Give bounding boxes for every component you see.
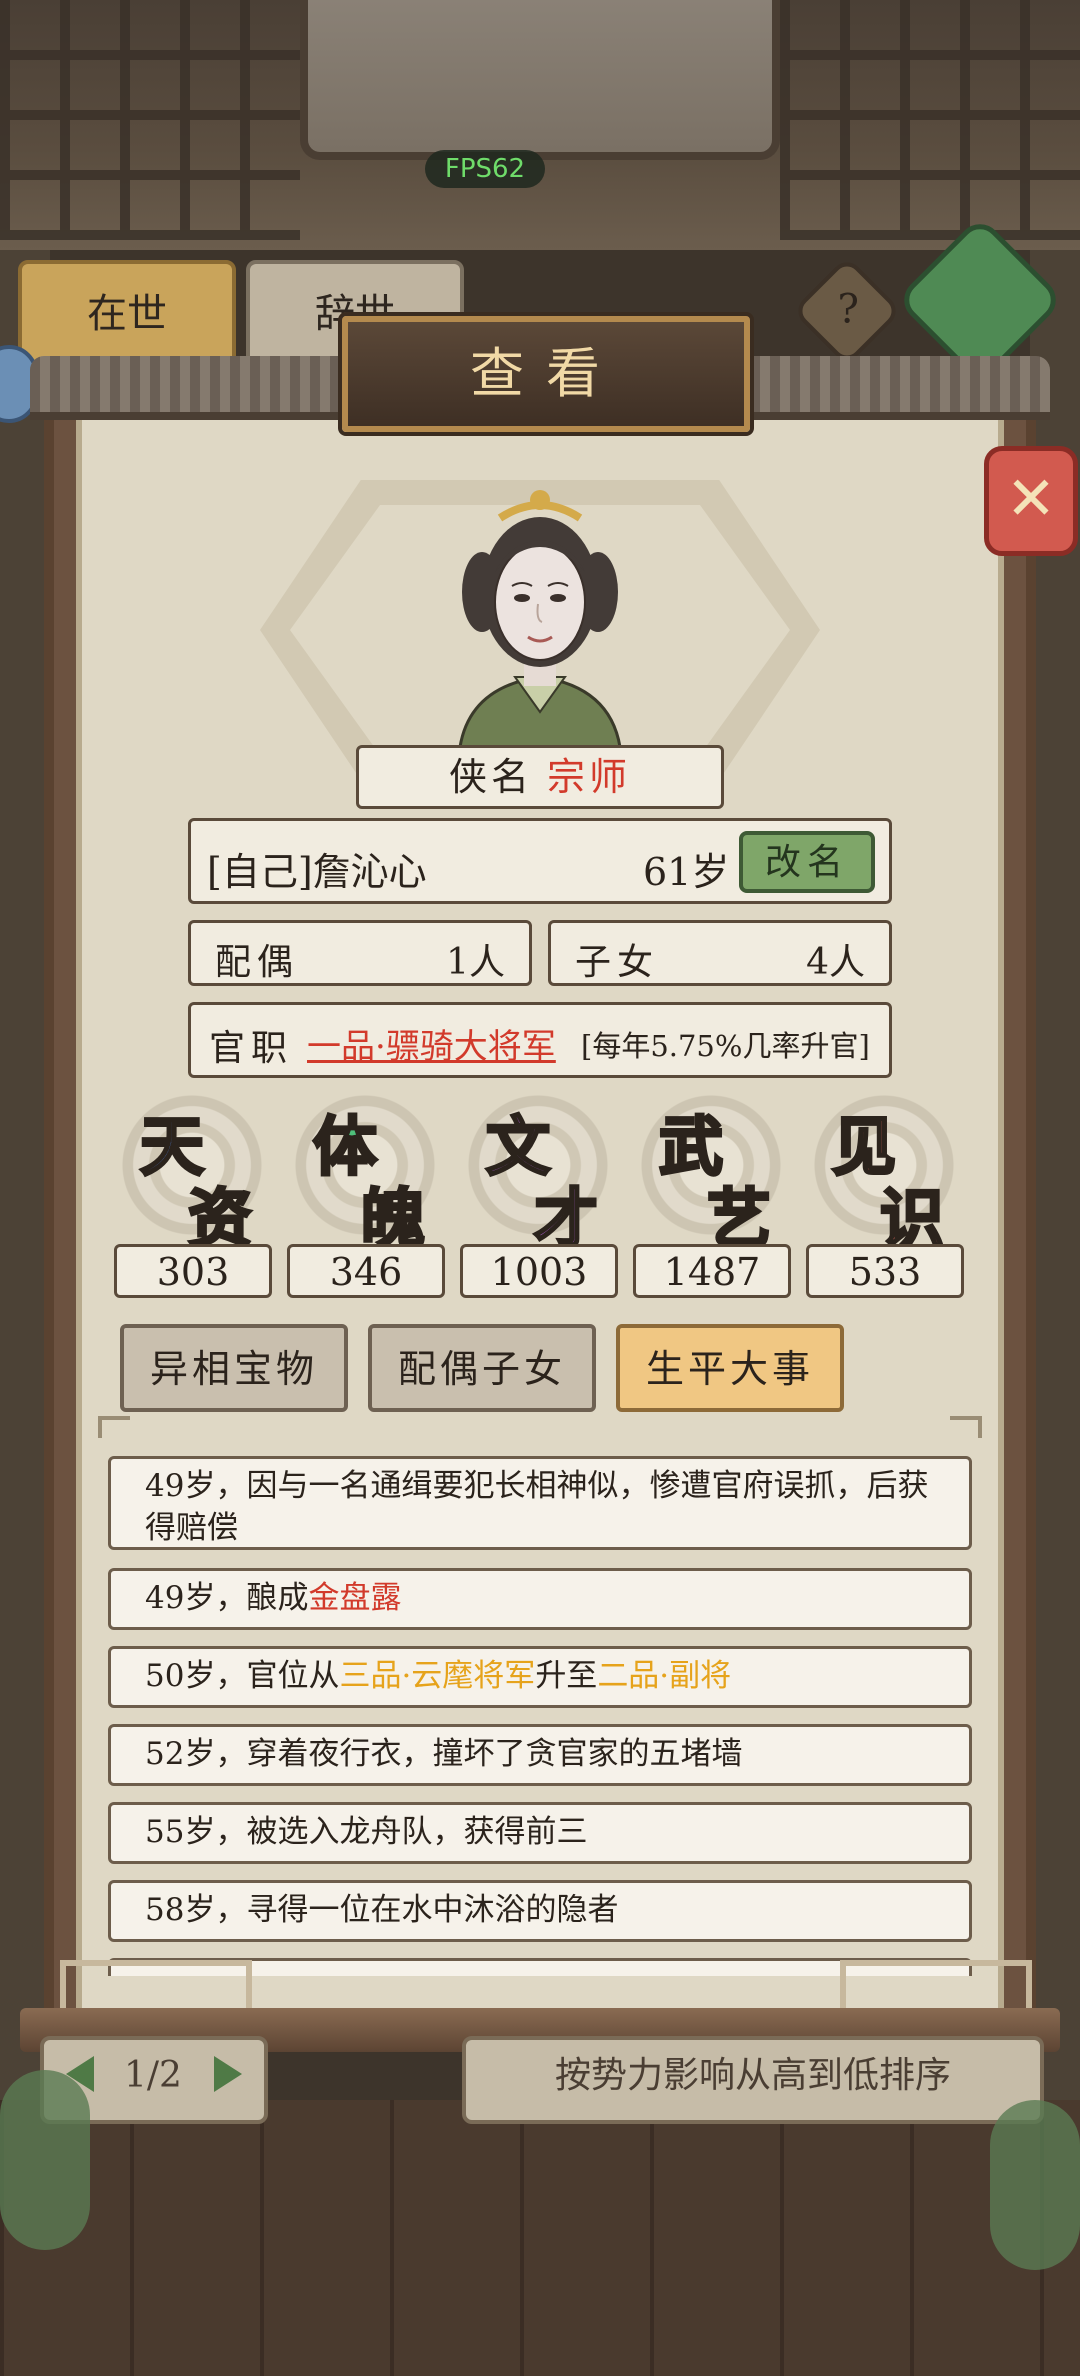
tab-alive[interactable]: 在世	[18, 260, 236, 368]
office-value[interactable]: 一品·骠骑大将军	[307, 1019, 556, 1068]
character-name: [自己]詹沁心	[207, 850, 427, 894]
spouse-value: 1人	[446, 942, 505, 983]
promotion-chance: [每年5.75%几率升官]	[581, 1029, 870, 1063]
next-page-icon[interactable]	[214, 2056, 242, 2092]
character-portrait	[458, 490, 622, 747]
help-glyph: ?	[837, 286, 860, 333]
event-text: 49岁，酿成	[145, 1580, 309, 1616]
event-highlight: 三品·云麾将军	[339, 1658, 536, 1694]
flower-decoration-left	[0, 2070, 90, 2250]
background-side-left	[0, 250, 50, 2100]
life-events-list[interactable]: 49岁，因与一名通缉要犯长相神似，惨遭官府误抓，后获得赔偿 49岁，酿成金盘露 …	[108, 1456, 972, 1976]
spouse-label: 配偶	[215, 942, 300, 983]
event-item: 49岁，酿成金盘露	[108, 1568, 972, 1630]
tab-treasures[interactable]: 异相宝物	[120, 1324, 348, 1412]
stat-insight-value: 533	[806, 1244, 964, 1298]
nickname-value: 宗师	[547, 755, 632, 799]
event-text: 55岁，被选入龙舟队，获得前三	[145, 1814, 588, 1850]
character-age: 61岁	[643, 850, 730, 894]
office-label: 官职	[209, 1028, 294, 1069]
event-item: 49岁，因与一名通缉要犯长相神似，惨遭官府误抓，后获得赔偿	[108, 1456, 972, 1550]
stat-martial-value: 1487	[633, 1244, 791, 1298]
background-floor	[0, 2100, 1080, 2376]
character-info-row: [自己]詹沁心 61岁 改名	[188, 818, 892, 904]
event-item: 55岁，被选入龙舟队，获得前三	[108, 1802, 972, 1864]
event-item: 50岁，官位从三品·云麾将军升至二品·副将	[108, 1646, 972, 1708]
help-icon[interactable]: ?	[791, 255, 903, 367]
event-text: 52岁，穿着夜行衣，撞坏了贪官家的五堵墙	[145, 1736, 743, 1772]
close-icon: ✕	[1005, 464, 1057, 534]
close-button[interactable]: ✕	[984, 446, 1078, 556]
event-text: 49岁，因与一名通缉要犯长相神似，惨遭官府误抓，后获得赔偿	[145, 1468, 929, 1546]
nickname-label: 侠名	[448, 755, 533, 799]
window-lattice-right	[780, 0, 1080, 240]
fps-counter: FPS62	[425, 150, 545, 188]
tab-family[interactable]: 配偶子女	[368, 1324, 596, 1412]
event-text: 50岁，官位从	[145, 1658, 340, 1694]
children-count: 子女 4人	[548, 920, 892, 986]
stat-literary-value: 1003	[460, 1244, 618, 1298]
event-text: 升至	[535, 1658, 598, 1694]
divider-corner-right	[950, 1416, 982, 1438]
tab-life-events[interactable]: 生平大事	[616, 1324, 844, 1412]
page-number: 1/2	[124, 2055, 182, 2096]
event-text: 58岁，寻得一位在水中沐浴的隐者	[145, 1892, 619, 1928]
children-label: 子女	[575, 942, 660, 983]
stat-aptitude-value: 303	[114, 1244, 272, 1298]
children-value: 4人	[806, 942, 865, 983]
stat-physique-value: 346	[287, 1244, 445, 1298]
flower-decoration-right	[990, 2100, 1080, 2270]
nickname-box: 侠名 宗师	[356, 745, 724, 809]
event-item: 58岁，寻得一位在水中沐浴的隐者	[108, 1880, 972, 1942]
event-highlight: 金盘露	[308, 1580, 402, 1616]
dialog-title: 查看	[470, 342, 622, 405]
office-row: 官职 一品·骠骑大将军 [每年5.75%几率升官]	[188, 1002, 892, 1078]
window-lattice-left	[0, 0, 300, 240]
sort-button[interactable]: 按势力影响从高到低排序	[462, 2036, 1044, 2124]
spouse-count: 配偶 1人	[188, 920, 532, 986]
rename-button[interactable]: 改名	[739, 831, 875, 893]
divider-corner-left	[98, 1416, 130, 1438]
event-highlight: 二品·副将	[597, 1658, 732, 1694]
event-item: 52岁，穿着夜行衣，撞坏了贪官家的五堵墙	[108, 1724, 972, 1786]
hanging-painting	[300, 0, 780, 160]
